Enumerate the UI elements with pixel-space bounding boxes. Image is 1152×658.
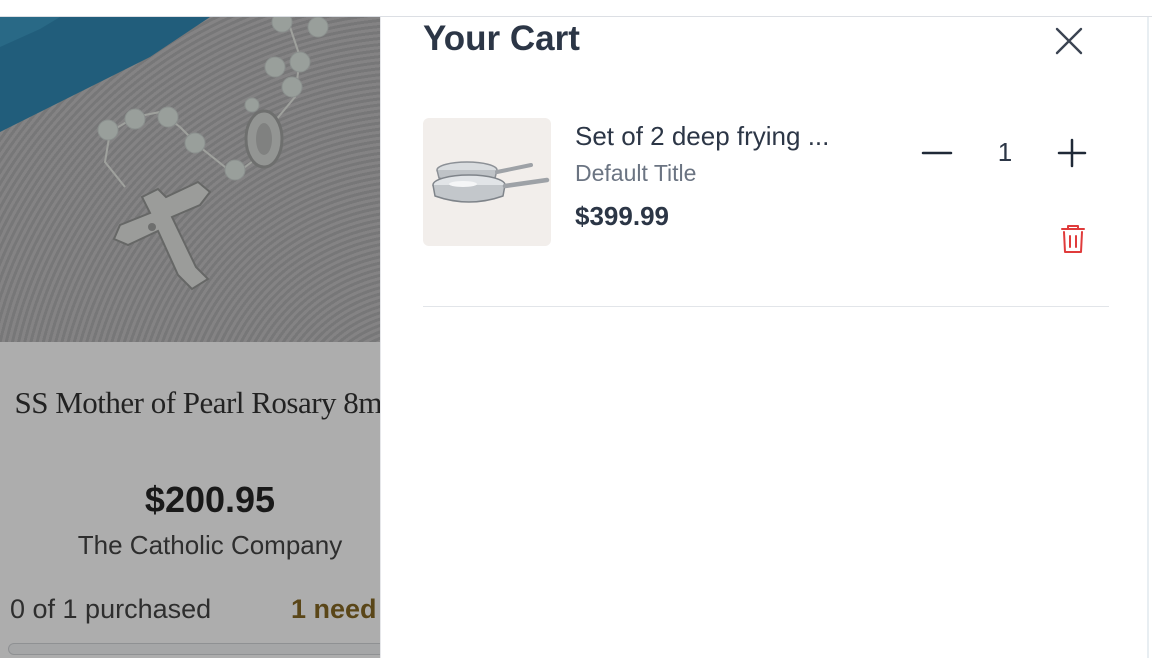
quantity-value: 1 <box>997 137 1013 167</box>
cart-divider <box>423 306 1109 307</box>
trash-icon <box>1061 225 1085 253</box>
frying-pan-image <box>432 161 550 203</box>
remove-item-button[interactable] <box>1058 222 1088 256</box>
decrease-quantity-button[interactable] <box>917 135 957 171</box>
top-strip <box>0 0 1152 17</box>
cart-item-variant: Default Title <box>575 160 697 186</box>
minus-icon <box>921 151 953 155</box>
cart-item-price: $399.99 <box>575 201 669 231</box>
cart-drawer: Your Cart Set of 2 deep frying ... Defau… <box>380 17 1149 658</box>
close-cart-button[interactable] <box>1049 21 1089 61</box>
cart-title: Your Cart <box>423 19 580 58</box>
plus-icon <box>1057 138 1087 168</box>
increase-quantity-button[interactable] <box>1052 135 1092 171</box>
drawer-backdrop[interactable] <box>0 17 380 658</box>
close-icon <box>1055 27 1083 55</box>
cart-item-name[interactable]: Set of 2 deep frying ... <box>575 121 885 152</box>
page: SS Mother of Pearl Rosary 8mm $200.95 Th… <box>0 0 1152 658</box>
cart-item-image[interactable] <box>423 118 551 246</box>
